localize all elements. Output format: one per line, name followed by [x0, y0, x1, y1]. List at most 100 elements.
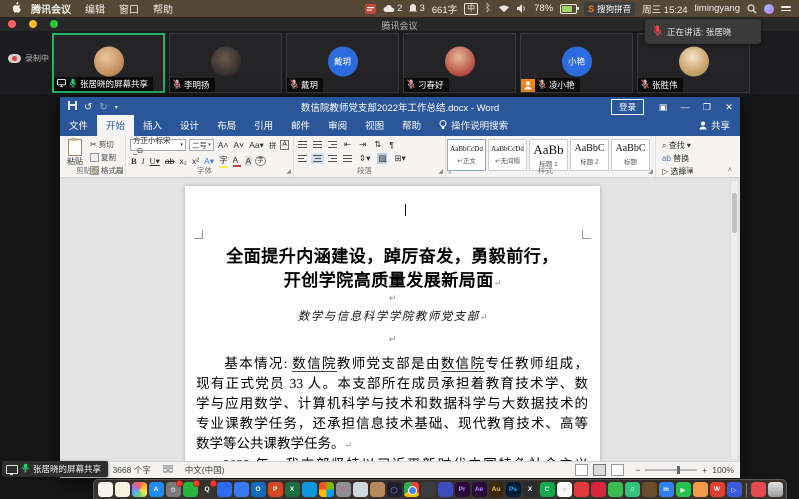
- dock-potplayer-icon[interactable]: ▷: [727, 482, 742, 497]
- dock-itunes-music-icon[interactable]: ♪: [557, 482, 572, 497]
- recording-indicator[interactable]: 录制中: [8, 53, 49, 64]
- replace-button[interactable]: ab 替换: [662, 153, 710, 164]
- dock-audition-icon[interactable]: Au: [489, 482, 504, 497]
- dock-qq-browser-icon[interactable]: [302, 482, 317, 497]
- menu-window[interactable]: 窗口: [119, 1, 139, 16]
- spotlight-icon[interactable]: [747, 4, 757, 14]
- copy-button[interactable]: 复制: [90, 152, 124, 163]
- dock-qq-music-icon[interactable]: ♫: [625, 482, 640, 497]
- numbering-button[interactable]: [313, 141, 322, 149]
- font-name-combo[interactable]: 方正小标宋_G▾: [130, 139, 186, 151]
- tab-设计[interactable]: 设计: [171, 115, 208, 136]
- dock-wps-icon[interactable]: W: [710, 482, 725, 497]
- user-menu[interactable]: limingyang: [695, 3, 740, 14]
- ribbon-display-options-button[interactable]: ▣: [652, 97, 674, 117]
- menu-edit[interactable]: 编辑: [85, 1, 105, 16]
- dock-camera-app-icon[interactable]: [693, 482, 708, 497]
- paste-button[interactable]: 粘贴: [60, 136, 90, 167]
- volume-icon[interactable]: [517, 4, 527, 13]
- tab-引用[interactable]: 引用: [245, 115, 282, 136]
- shading-button[interactable]: ▨: [377, 153, 387, 164]
- pdf-tool-icon[interactable]: [365, 4, 376, 14]
- dock-stickies-icon[interactable]: [115, 482, 130, 497]
- video-tile-刁春好[interactable]: 刁春好: [403, 33, 516, 93]
- sogou-input-indicator[interactable]: S搜狗拼音: [584, 2, 635, 16]
- justify-button[interactable]: [343, 155, 352, 163]
- styles-dialog-launcher[interactable]: ◢: [648, 168, 653, 175]
- dock-pdf-reader-icon[interactable]: [574, 482, 589, 497]
- save-button[interactable]: [68, 101, 77, 113]
- zoom-in-button[interactable]: +: [702, 465, 707, 475]
- dock-app-store-icon[interactable]: A: [149, 482, 164, 497]
- wifi-icon[interactable]: [498, 4, 510, 13]
- dock-premiere-icon[interactable]: Pr: [455, 482, 470, 497]
- dock-youdao-dict-icon[interactable]: [608, 482, 623, 497]
- menu-app-name[interactable]: 腾讯会议: [31, 1, 71, 16]
- screen-share-badge[interactable]: 张居晓的屏幕共享: [2, 461, 108, 477]
- dock-parallels-windows-icon[interactable]: [319, 482, 334, 497]
- tab-邮件[interactable]: 邮件: [282, 115, 319, 136]
- tab-审阅[interactable]: 审阅: [319, 115, 356, 136]
- share-button[interactable]: 共享: [689, 115, 740, 136]
- dock-wechat-icon[interactable]: [183, 482, 198, 497]
- dock-wecom-icon[interactable]: [234, 482, 249, 497]
- align-right-button[interactable]: [328, 155, 337, 163]
- word-count[interactable]: 3668 个字: [112, 464, 150, 476]
- redo-button[interactable]: ↻: [99, 102, 107, 113]
- align-center-button[interactable]: [313, 155, 322, 163]
- cut-button[interactable]: ✂剪切: [90, 139, 124, 150]
- zoom-percent[interactable]: 100%: [712, 465, 734, 475]
- tell-me-search[interactable]: 操作说明搜索: [430, 115, 517, 136]
- clipboard-dialog-launcher[interactable]: ◢: [118, 168, 123, 175]
- ime-indicator[interactable]: 中: [464, 3, 478, 15]
- dock-video-player-icon[interactable]: ▶: [676, 482, 691, 497]
- tab-文件[interactable]: 文件: [60, 115, 97, 136]
- dock-pdf-expert-icon[interactable]: [751, 482, 766, 497]
- increase-indent-button[interactable]: ⇥: [358, 139, 367, 150]
- video-tile-李明扬[interactable]: 李明扬: [169, 33, 282, 93]
- show-marks-button[interactable]: ¶: [388, 140, 395, 150]
- sign-in-button[interactable]: 登录: [611, 99, 644, 115]
- dock-qq-icon[interactable]: Q: [200, 482, 215, 497]
- qat-customize-button[interactable]: ▾: [115, 104, 118, 111]
- dock-garageband-icon[interactable]: [642, 482, 657, 497]
- word-count-status[interactable]: 661字: [432, 2, 457, 16]
- tab-插入[interactable]: 插入: [134, 115, 171, 136]
- proofing-icon[interactable]: [163, 465, 173, 475]
- font-size-combo[interactable]: 二号▾: [189, 139, 214, 151]
- line-spacing-button[interactable]: ⇕▾: [358, 153, 371, 164]
- dock-chrome-browser-icon[interactable]: [404, 482, 419, 497]
- dock-final-cut-icon[interactable]: [421, 482, 436, 497]
- tab-开始[interactable]: 开始: [97, 115, 134, 136]
- cloud-status-icon[interactable]: 2: [383, 3, 402, 14]
- video-tile-张居晓的屏幕共享[interactable]: 张居晓的屏幕共享: [52, 33, 165, 93]
- battery-icon[interactable]: [560, 4, 577, 14]
- bell-icon[interactable]: 3: [409, 3, 424, 14]
- multilevel-list-button[interactable]: [328, 141, 337, 149]
- vertical-scrollbar[interactable]: [730, 180, 739, 460]
- dock-system-preferences-icon[interactable]: ⚙: [166, 482, 181, 497]
- tab-视图[interactable]: 视图: [356, 115, 393, 136]
- dock-package-icon[interactable]: [370, 482, 385, 497]
- dock-cloud-m-icon[interactable]: m: [659, 482, 674, 497]
- dock-after-effects-icon[interactable]: Ae: [472, 482, 487, 497]
- video-tile-戴玥[interactable]: 戴玥戴玥: [286, 33, 399, 93]
- document-page[interactable]: 全面提升内涵建设，踔厉奋发，勇毅前行， 开创学院高质量发展新局面↵ ↵ 数学与信…: [185, 186, 600, 462]
- dock-trash-icon[interactable]: [768, 482, 783, 497]
- dock-photoshop-icon[interactable]: Ps: [506, 482, 521, 497]
- minimize-button[interactable]: —: [674, 97, 696, 117]
- sort-button[interactable]: ⇅: [373, 139, 382, 150]
- dock-display-alert-icon[interactable]: !: [336, 482, 351, 497]
- change-case-button[interactable]: Aa▾: [248, 140, 265, 151]
- align-left-button[interactable]: [298, 155, 307, 163]
- phonetic-guide-button[interactable]: 拼: [268, 140, 278, 151]
- video-tile-凌小艳[interactable]: 小艳凌小艳: [520, 33, 633, 93]
- borders-button[interactable]: ⊞▾: [393, 153, 406, 164]
- shrink-font-button[interactable]: A˅: [233, 140, 246, 150]
- dock-excel-icon[interactable]: X: [285, 482, 300, 497]
- dock-preview-image-icon[interactable]: [353, 482, 368, 497]
- zoom-out-button[interactable]: −: [635, 465, 640, 475]
- web-layout-button[interactable]: [611, 464, 624, 476]
- control-center-icon[interactable]: [781, 6, 791, 11]
- close-button[interactable]: ✕: [718, 97, 740, 117]
